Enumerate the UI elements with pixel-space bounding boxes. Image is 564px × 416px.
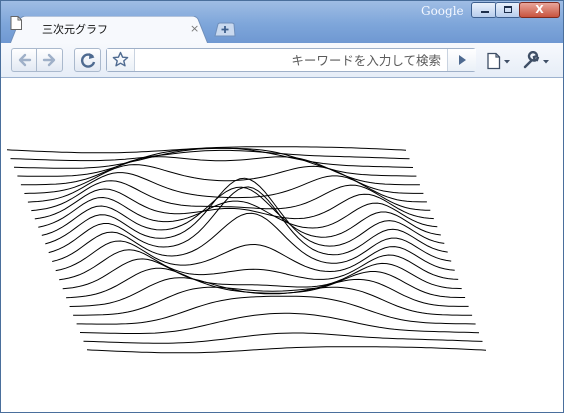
bookmark-star-button[interactable] bbox=[107, 49, 135, 71]
brand-label: Google bbox=[421, 4, 464, 18]
surface-row-line bbox=[83, 332, 483, 344]
surface-row-line bbox=[13, 147, 414, 169]
star-icon bbox=[112, 51, 129, 67]
page-menu-button[interactable] bbox=[485, 51, 515, 71]
tab-active[interactable]: 三次元グラフ × bbox=[10, 16, 208, 44]
search-input[interactable] bbox=[137, 50, 445, 70]
page-content bbox=[1, 78, 563, 412]
omnibox[interactable] bbox=[106, 48, 476, 72]
go-button[interactable] bbox=[447, 49, 476, 71]
maximize-button[interactable] bbox=[495, 2, 521, 18]
surface-row-line bbox=[59, 249, 459, 281]
reload-icon bbox=[81, 53, 96, 68]
tab-close-button[interactable]: × bbox=[190, 22, 199, 36]
wrench-menu-button[interactable] bbox=[521, 50, 555, 71]
wrench-icon bbox=[523, 50, 549, 69]
tab-title: 三次元グラフ bbox=[42, 23, 108, 36]
minimize-icon bbox=[481, 11, 489, 13]
toolbar bbox=[1, 43, 563, 78]
browser-window: Google X 三次元グラフ × bbox=[0, 0, 564, 413]
maximize-icon bbox=[504, 6, 512, 13]
surface-row-line bbox=[6, 146, 407, 154]
surface-row-line bbox=[69, 277, 469, 307]
forward-button[interactable] bbox=[36, 48, 63, 72]
surface-row-line bbox=[62, 258, 462, 290]
surface-row-line bbox=[79, 312, 480, 334]
minimize-button[interactable] bbox=[471, 2, 497, 18]
surface-row-line bbox=[55, 240, 455, 273]
close-window-button[interactable]: X bbox=[519, 2, 560, 18]
title-bar: Google X 三次元グラフ × bbox=[1, 1, 563, 44]
back-arrow-icon bbox=[18, 53, 32, 67]
forward-arrow-icon bbox=[42, 53, 56, 67]
new-tab-button[interactable] bbox=[214, 22, 236, 37]
go-arrow-icon bbox=[459, 55, 466, 65]
page-icon bbox=[10, 16, 22, 30]
reload-button[interactable] bbox=[74, 48, 101, 72]
back-button[interactable] bbox=[11, 48, 36, 72]
surface-row-line bbox=[86, 346, 487, 354]
page-menu-icon bbox=[487, 52, 510, 70]
tab-shape bbox=[10, 16, 208, 44]
surface-row-line bbox=[73, 286, 473, 316]
surface-graph bbox=[6, 146, 487, 354]
close-window-label: X bbox=[535, 3, 544, 16]
